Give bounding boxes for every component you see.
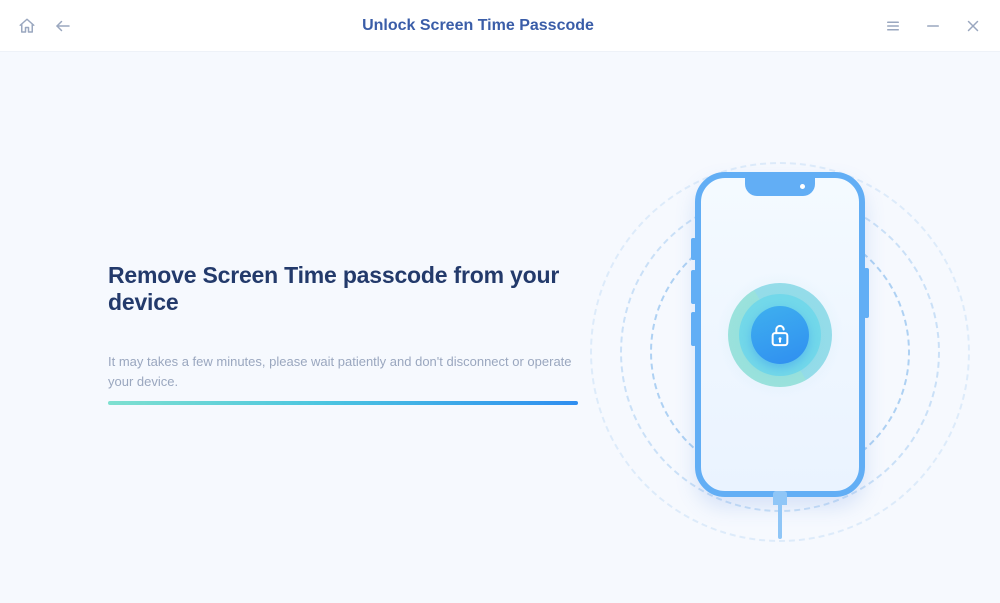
left-pane: Remove Screen Time passcode from your de… [108,262,588,405]
page-heading: Remove Screen Time passcode from your de… [108,262,588,316]
phone-side-button [691,270,696,304]
phone-notch [745,178,815,196]
phone-body [695,172,865,497]
phone-center-graphic [715,270,845,400]
close-icon[interactable] [964,17,982,35]
page-subtext: It may takes a few minutes, please wait … [108,352,588,391]
content-area: Remove Screen Time passcode from your de… [0,52,1000,603]
minimize-icon[interactable] [924,17,942,35]
back-icon[interactable] [54,17,72,35]
phone-side-button [864,268,869,318]
phone-cable [773,491,787,539]
progress-bar [108,401,578,405]
titlebar: Unlock Screen Time Passcode [0,0,1000,52]
phone-illustration [640,162,920,562]
unlock-icon [769,322,791,348]
phone-side-button [691,312,696,346]
menu-icon[interactable] [884,17,902,35]
window-title: Unlock Screen Time Passcode [72,17,884,35]
home-icon[interactable] [18,17,36,35]
phone-side-button [691,238,696,260]
